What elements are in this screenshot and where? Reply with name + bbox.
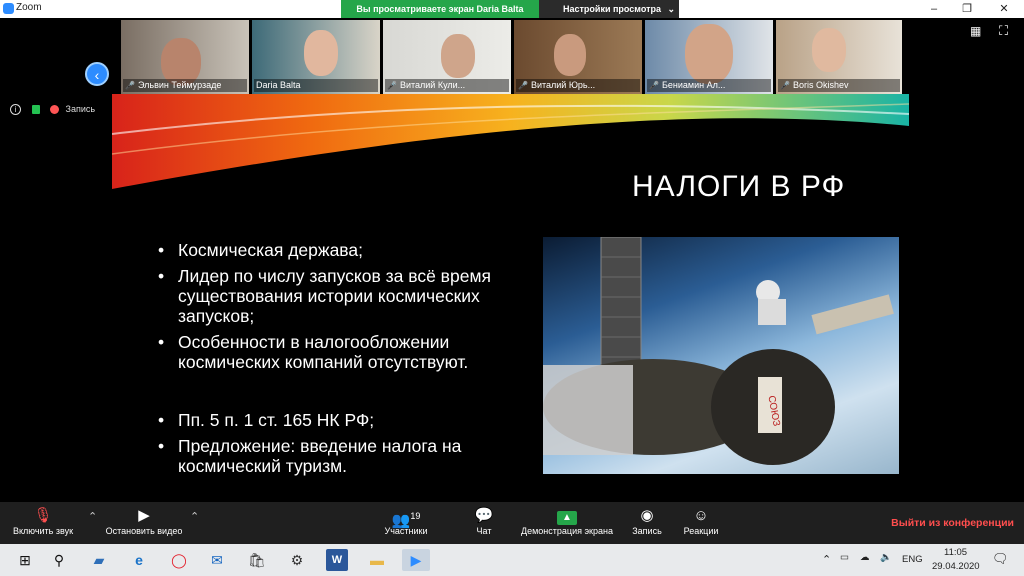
record-button[interactable]: ◉ Запись	[628, 502, 666, 544]
mail-icon[interactable]: ✉	[206, 549, 228, 571]
participants-label: Участники	[384, 526, 428, 536]
chevron-up-icon[interactable]: ⌃	[88, 510, 97, 523]
chat-button[interactable]: 💬 Чат	[468, 502, 500, 544]
bullet-item: Предложение: введение налога на космичес…	[152, 436, 532, 476]
system-tray: ⌃ ▭ ☁ 🔈 ENG 11:05 29.04.2020 🗨	[822, 544, 1022, 576]
volume-icon[interactable]: 🔈	[880, 552, 892, 563]
muted-mic-icon: 🎤	[125, 81, 135, 90]
stop-video-label: Остановить видео	[105, 526, 183, 536]
soyuz-spacecraft-image: СОЮЗ	[543, 237, 899, 474]
file-explorer-pin-icon[interactable]: ▰	[88, 549, 110, 571]
record-icon: ◉	[640, 507, 654, 524]
participant-thumbnail[interactable]: 🎤 Бениамин Ал...	[645, 20, 773, 94]
unmute-button[interactable]: 🎙 Включить звук	[4, 502, 82, 544]
participant-name: Эльвин Теймурзаде	[137, 80, 222, 90]
participant-name: Бениамин Ал...	[661, 80, 726, 90]
zoom-logo-icon	[3, 3, 14, 14]
lock-icon[interactable]	[31, 105, 40, 115]
windows-taskbar: ⊞ ⚲ ▰ e ◯ ✉ 🛍 ⚙ W ▬ ▶ ⌃ ▭ ☁ 🔈 ENG 11:05 …	[0, 544, 1024, 576]
store-icon[interactable]: 🛍	[246, 549, 268, 571]
muted-mic-icon: 🎤	[649, 81, 659, 90]
chat-label: Чат	[476, 526, 492, 536]
reactions-label: Реакции	[683, 526, 719, 536]
close-button[interactable]: ✕	[990, 0, 1018, 18]
title-bar: Zoom Вы просматриваете экран Daria Balta…	[0, 0, 1024, 18]
participant-name: Daria Balta	[256, 80, 301, 90]
participant-video	[685, 24, 733, 84]
chevron-down-icon: ⌄	[667, 4, 676, 14]
participants-icon: 👥19	[391, 511, 421, 529]
edge-browser-icon[interactable]: e	[128, 549, 150, 571]
chat-bubble-icon: 💬	[474, 507, 494, 524]
recording-icon	[50, 105, 60, 115]
participant-name: Boris Okishev	[792, 80, 849, 90]
participant-video	[441, 34, 475, 78]
settings-gear-icon[interactable]: ⚙	[286, 549, 308, 571]
view-options-label: Настройки просмотра	[563, 4, 662, 14]
minimize-button[interactable]: –	[920, 0, 948, 18]
clock-time[interactable]: 11:05	[944, 547, 967, 558]
muted-microphone-icon: 🎙	[33, 507, 53, 524]
notifications-icon[interactable]: 🗨	[992, 551, 1009, 567]
language-indicator[interactable]: ENG	[902, 554, 923, 565]
participant-thumbnail[interactable]: 🎤 Виталий Кули...	[383, 20, 511, 94]
back-arrow-button[interactable]: ‹	[85, 62, 109, 86]
app-title: Zoom	[16, 2, 42, 13]
participants-button[interactable]: 👥19 Участники	[380, 502, 432, 544]
bullet-item: Лидер по числу запусков за всё время сущ…	[152, 266, 532, 326]
bullet-item: Космическая держава;	[152, 240, 532, 260]
meeting-area: ▦ ⛶ ‹ 🎤 Эльвин Теймурзаде Daria Balta 🎤 Ви…	[0, 18, 1024, 502]
network-icon[interactable]: ☁	[860, 552, 870, 563]
slide-title: НАЛОГИ В РФ	[632, 170, 846, 203]
record-label: Запись	[632, 526, 662, 536]
unmute-label: Включить звук	[12, 526, 74, 536]
windows-start-icon[interactable]: ⊞	[14, 549, 36, 571]
participant-video	[812, 28, 846, 72]
share-screen-icon: ▲	[517, 502, 617, 526]
slide-bullets: Космическая держава; Лидер по числу запу…	[152, 240, 532, 482]
clock-date[interactable]: 29.04.2020	[932, 561, 980, 572]
leave-meeting-button[interactable]: Выйти из конференции	[891, 517, 1014, 529]
zoom-app-icon[interactable]: ▶	[402, 549, 430, 571]
search-icon[interactable]: ⚲	[48, 549, 70, 571]
meeting-toolbar: 🎙 Включить звук ⌃ ▶ Остановить видео ⌃ 👥…	[0, 502, 1024, 544]
sharing-banner: Вы просматриваете экран Daria Balta	[341, 0, 539, 18]
word-icon[interactable]: W	[326, 549, 348, 571]
participant-video	[304, 30, 338, 76]
participant-thumbnail[interactable]: 🎤 Boris Okishev	[776, 20, 902, 94]
meeting-status: i Запись	[10, 104, 96, 116]
info-icon[interactable]: i	[10, 104, 21, 116]
participant-thumbnail[interactable]: 🎤 Эльвин Теймурзаде	[121, 20, 249, 94]
gallery-view-icon[interactable]: ▦	[970, 24, 981, 38]
participant-name: Виталий Кули...	[399, 80, 466, 90]
stop-video-button[interactable]: ▶ Остановить видео	[102, 502, 186, 544]
bullet-item: Пп. 5 п. 1 ст. 165 НК РФ;	[152, 410, 532, 430]
emoji-icon: ☺	[693, 507, 709, 524]
muted-mic-icon: 🎤	[518, 81, 528, 90]
shared-slide: НАЛОГИ В РФ Космическая держава; Лидер п…	[112, 94, 909, 494]
chevron-up-icon[interactable]: ⌃	[822, 553, 831, 566]
participant-thumbnail[interactable]: Daria Balta	[252, 20, 380, 94]
share-screen-button[interactable]: ▲ Демонстрация экрана	[517, 502, 617, 544]
participant-video	[554, 34, 586, 76]
muted-mic-icon: 🎤	[780, 81, 790, 90]
muted-mic-icon: 🎤	[387, 81, 397, 90]
recording-label: Запись	[65, 104, 96, 114]
participant-thumbnail[interactable]: 🎤 Виталий Юрь...	[514, 20, 642, 94]
share-screen-label: Демонстрация экрана	[521, 526, 613, 536]
battery-icon[interactable]: ▭	[840, 552, 849, 563]
reactions-button[interactable]: ☺ Реакции	[680, 502, 722, 544]
restore-button[interactable]: ❐	[953, 0, 981, 18]
video-camera-icon: ▶	[138, 507, 150, 524]
file-explorer-icon[interactable]: ▬	[366, 549, 388, 571]
opera-browser-icon[interactable]: ◯	[168, 549, 190, 571]
chevron-left-icon: ‹	[94, 67, 100, 83]
view-options-button[interactable]: Настройки просмотра ⌄	[539, 0, 679, 18]
participant-name: Виталий Юрь...	[530, 80, 596, 90]
participants-count: 19	[410, 511, 421, 521]
chevron-up-icon[interactable]: ⌃	[190, 510, 199, 523]
bullet-item: Особенности в налогообложении космически…	[152, 332, 532, 372]
fullscreen-icon[interactable]: ⛶	[999, 23, 1008, 39]
